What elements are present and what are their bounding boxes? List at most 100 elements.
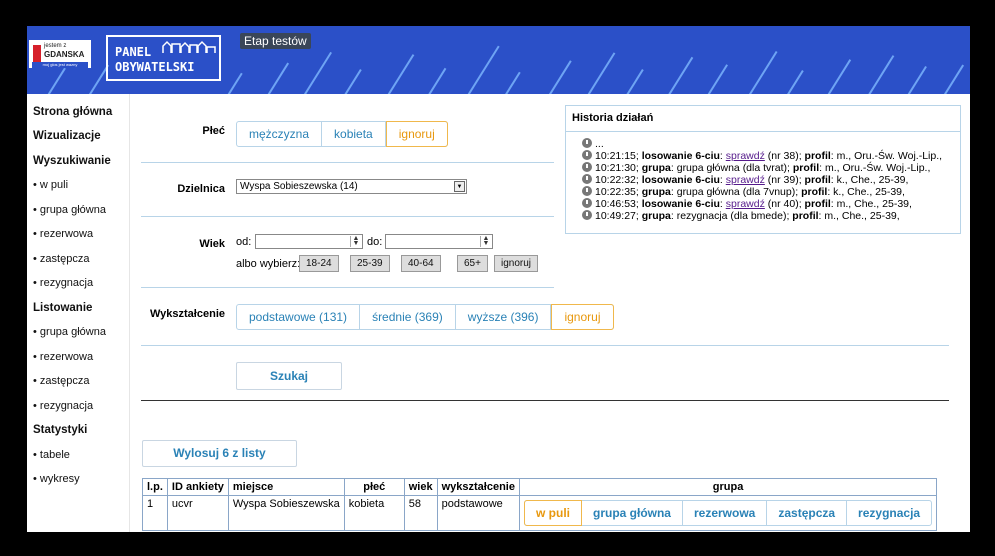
history-action: grupa xyxy=(641,186,671,198)
city-logo-line2: GDANSKA xyxy=(44,50,85,59)
district-select[interactable]: Wyspa Sobieszewska (14) ▼ xyxy=(236,179,467,194)
sidebar-item[interactable]: • rezygnacja xyxy=(33,400,93,412)
sidebar-item[interactable]: • tabele xyxy=(33,449,70,461)
age-preset-button[interactable]: 18-24 xyxy=(299,255,339,272)
group-option-button[interactable]: grupa główna xyxy=(582,501,683,525)
check-link[interactable]: sprawdź xyxy=(726,198,765,210)
sidebar-item[interactable]: • rezerwowa xyxy=(33,228,93,240)
history-action: losowanie 6-ciu xyxy=(641,174,720,186)
history-profile-label: profil xyxy=(804,198,831,210)
banner-streak xyxy=(466,45,500,94)
history-entry: 10:21:15; losowanie 6-ciu: sprawdź (nr 3… xyxy=(582,150,942,162)
group-option-button[interactable]: zastępcza xyxy=(767,501,848,525)
banner-streak xyxy=(786,70,804,94)
age-from-label: od: xyxy=(236,236,252,248)
sidebar-item[interactable]: • grupa główna xyxy=(33,326,106,338)
age-preset-button[interactable]: 40-64 xyxy=(401,255,441,272)
check-link[interactable]: sprawdź xyxy=(726,150,765,162)
clock-icon xyxy=(582,198,592,208)
sidebar-item[interactable]: • zastępcza xyxy=(33,253,89,265)
table-body: 1 ucvr Wyspa Sobieszewska kobieta 58 podstawo… xyxy=(142,495,938,531)
draw-six-button[interactable]: Wylosuj 6 z listy xyxy=(142,440,297,467)
history-number: (nr 40); xyxy=(764,198,805,210)
history-detail: : grupa główna (dla 7vnup); xyxy=(670,186,802,198)
gender-selector: mężczyzna kobieta ignoruj xyxy=(236,121,448,147)
check-link[interactable]: sprawdź xyxy=(726,174,765,186)
banner-streak xyxy=(266,62,290,94)
clock-icon xyxy=(582,162,592,172)
age-from-input[interactable]: ▲ ▼ xyxy=(255,234,363,249)
sidebar-item[interactable]: Listowanie xyxy=(33,302,92,314)
sidebar-item[interactable]: • rezygnacja xyxy=(33,277,93,289)
history-title: Historia działań xyxy=(572,112,654,124)
option-button[interactable]: kobieta xyxy=(322,122,386,146)
history-number: (nr 39); xyxy=(764,174,805,186)
sidebar: Strona główna Wizualizacje Wyszukiwanie • w… xyxy=(27,94,130,532)
option-button[interactable]: mężczyzna xyxy=(237,122,323,146)
history-profile-label: profil xyxy=(801,186,828,198)
history-profile-value: : m., Oru.-Św. Woj.-Lip., xyxy=(819,162,931,174)
city-logo[interactable]: jestem z GDANSKA moj glos jest wazny xyxy=(29,40,91,68)
history-time: 10:49:27; xyxy=(595,210,639,222)
houses-icon xyxy=(162,40,216,53)
history-ellipsis: ... xyxy=(595,138,604,150)
option-button[interactable]: wyższe (396) xyxy=(456,305,552,329)
sidebar-item[interactable]: Wyszukiwanie xyxy=(33,155,111,167)
history-entry: 10:22:32; losowanie 6-ciu: sprawdź (nr 3… xyxy=(582,174,908,186)
education-label: Wykształcenie xyxy=(149,308,225,320)
age-label: Wiek xyxy=(199,238,225,250)
history-time: 10:22:35; xyxy=(595,186,639,198)
clock-icon xyxy=(582,174,592,184)
panel-logo[interactable]: PANEL OBYWATELSKI xyxy=(106,35,221,81)
group-option-button[interactable]: rezerwowa xyxy=(683,501,768,525)
panel-logo-line2: OBYWATELSKI xyxy=(115,60,195,74)
sidebar-item[interactable]: Wizualizacje xyxy=(33,130,101,142)
sidebar-item[interactable]: • zastępcza xyxy=(33,375,89,387)
clock-icon xyxy=(582,186,592,196)
history-profile-value: : k., Che., 25-39, xyxy=(830,174,909,186)
option-button[interactable]: ignoruj xyxy=(551,304,614,330)
sidebar-item[interactable]: • grupa główna xyxy=(33,204,106,216)
sidebar-item[interactable]: • w puli xyxy=(33,179,68,191)
history-time: 10:22:32; xyxy=(595,174,639,186)
option-button[interactable]: średnie (369) xyxy=(360,305,456,329)
group-option-button[interactable]: rezygnacja xyxy=(847,501,931,525)
results-table: l.p. ID ankiety miejsce płeć wiek wykształcen… xyxy=(142,478,938,531)
sidebar-item[interactable]: • rezerwowa xyxy=(33,351,93,363)
age-preset-button[interactable]: 65+ xyxy=(457,255,488,272)
banner-streak xyxy=(426,67,447,94)
table-header: płeć xyxy=(343,478,405,496)
table-header: l.p. xyxy=(142,478,168,496)
sidebar-item[interactable]: • wykresy xyxy=(33,473,80,485)
sidebar-item[interactable]: Statystyki xyxy=(33,424,87,436)
clock-icon xyxy=(582,150,592,160)
age-to-label: do: xyxy=(367,236,383,248)
spinner-icon[interactable]: ▲ ▼ xyxy=(350,235,361,247)
age-preset-button[interactable]: ignoruj xyxy=(494,255,539,272)
history-action: losowanie 6-ciu xyxy=(641,150,720,162)
group-option-button[interactable]: w puli xyxy=(523,500,582,526)
option-button[interactable]: ignoruj xyxy=(385,121,448,147)
age-preset-button[interactable]: 25-39 xyxy=(350,255,390,272)
sidebar-item[interactable]: Strona główna xyxy=(33,106,112,118)
city-logo-line1: jestem z xyxy=(44,43,67,49)
option-button[interactable]: podstawowe (131) xyxy=(237,305,361,329)
spinner-icon[interactable]: ▲ ▼ xyxy=(480,235,491,247)
history-action: grupa xyxy=(641,162,671,174)
gender-label: Płeć xyxy=(202,125,225,137)
history-action: grupa xyxy=(641,210,671,222)
banner-streak xyxy=(746,50,778,94)
history-profile-value: : k., Che., 25-39, xyxy=(827,186,905,198)
chevron-down-icon: ▼ xyxy=(454,181,465,192)
education-selector: podstawowe (131) średnie (369) wyższe (396… xyxy=(236,304,614,330)
table-cell: 1 xyxy=(142,495,168,531)
history-profile-label: profil xyxy=(804,174,831,186)
banner-streak xyxy=(46,67,66,94)
banner-streak xyxy=(504,71,521,94)
age-to-input[interactable]: ▲ ▼ xyxy=(385,234,493,249)
banner-streak xyxy=(301,51,332,94)
banner-streak xyxy=(941,64,965,94)
history-number: (nr 38); xyxy=(764,150,805,162)
search-button[interactable]: Szukaj xyxy=(236,362,342,390)
divider xyxy=(141,216,554,217)
